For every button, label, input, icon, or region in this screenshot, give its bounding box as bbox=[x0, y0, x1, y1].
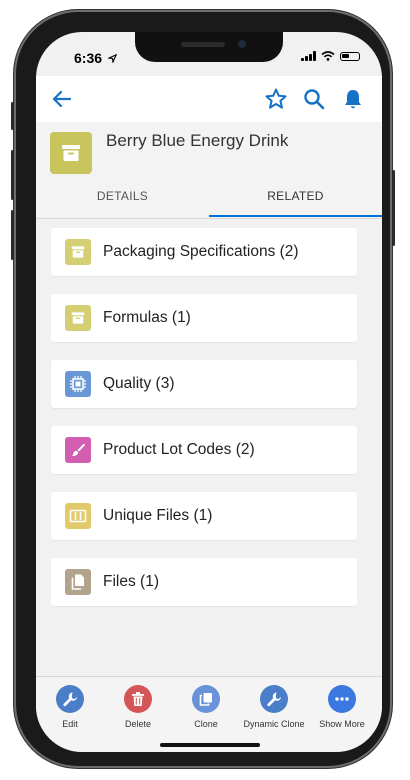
volume-down-button bbox=[11, 210, 14, 260]
navigation-bar bbox=[36, 76, 382, 123]
related-list-unique-files[interactable]: Unique Files (1) bbox=[51, 492, 357, 540]
record-icon bbox=[50, 132, 92, 174]
related-list-files[interactable]: Files (1) bbox=[51, 558, 357, 606]
action-bar: Edit Delete Clone Dynamic Clone Show Mor… bbox=[36, 676, 382, 752]
wrench-icon bbox=[56, 685, 84, 713]
related-list-label: Packaging Specifications (2) bbox=[103, 243, 299, 260]
power-button bbox=[392, 170, 395, 246]
tab-details[interactable]: DETAILS bbox=[36, 182, 209, 217]
notch bbox=[135, 32, 283, 62]
related-list-label: Product Lot Codes (2) bbox=[103, 441, 255, 458]
status-indicators bbox=[301, 51, 360, 61]
archive-box-icon bbox=[65, 239, 91, 265]
action-label: Dynamic Clone bbox=[243, 719, 305, 729]
status-time: 6:36 bbox=[74, 50, 118, 66]
action-label: Clone bbox=[194, 719, 218, 729]
record-title: Berry Blue Energy Drink bbox=[106, 131, 289, 150]
location-arrow-icon bbox=[106, 53, 118, 65]
edit-button[interactable]: Edit bbox=[36, 685, 104, 729]
action-label: Edit bbox=[62, 719, 78, 729]
screen: 6:36 Berry Blue Energy Drink DETAILS REL… bbox=[36, 32, 382, 752]
record-header: Berry Blue Energy Drink bbox=[36, 122, 382, 182]
mute-switch bbox=[11, 102, 14, 130]
wrench-icon bbox=[260, 685, 288, 713]
speaker bbox=[181, 42, 225, 47]
volume-up-button bbox=[11, 150, 14, 200]
phone-frame: 6:36 Berry Blue Energy Drink DETAILS REL… bbox=[11, 10, 395, 768]
more-icon bbox=[328, 685, 356, 713]
chip-icon bbox=[65, 371, 91, 397]
delete-button[interactable]: Delete bbox=[104, 685, 172, 729]
notification-bell-icon[interactable] bbox=[341, 87, 365, 111]
wifi-icon bbox=[321, 51, 335, 61]
battery-icon bbox=[340, 51, 360, 61]
show-more-button[interactable]: Show More bbox=[308, 685, 376, 729]
archive-box-icon bbox=[65, 305, 91, 331]
related-list-label: Formulas (1) bbox=[103, 309, 191, 326]
home-indicator[interactable] bbox=[160, 743, 260, 747]
related-list-packaging-specifications[interactable]: Packaging Specifications (2) bbox=[51, 228, 357, 276]
back-arrow-icon[interactable] bbox=[50, 87, 74, 111]
related-list-label: Unique Files (1) bbox=[103, 507, 213, 524]
copy-icon bbox=[192, 685, 220, 713]
star-icon[interactable] bbox=[264, 87, 288, 111]
cellular-signal-icon bbox=[301, 51, 316, 61]
dynamic-clone-button[interactable]: Dynamic Clone bbox=[240, 685, 308, 729]
trash-icon bbox=[124, 685, 152, 713]
document-icon bbox=[65, 569, 91, 595]
action-label: Show More bbox=[319, 719, 365, 729]
tab-related[interactable]: RELATED bbox=[209, 182, 382, 217]
folder-icon bbox=[65, 503, 91, 529]
action-label: Delete bbox=[124, 719, 151, 729]
clone-button[interactable]: Clone bbox=[172, 685, 240, 729]
record-tabs: DETAILS RELATED bbox=[36, 182, 382, 219]
related-list-label: Quality (3) bbox=[103, 375, 175, 392]
brush-icon bbox=[65, 437, 91, 463]
search-icon[interactable] bbox=[302, 87, 326, 111]
related-list-label: Files (1) bbox=[103, 573, 159, 590]
archive-box-icon bbox=[62, 145, 80, 161]
related-list-quality[interactable]: Quality (3) bbox=[51, 360, 357, 408]
related-list-formulas[interactable]: Formulas (1) bbox=[51, 294, 357, 342]
related-list-product-lot-codes[interactable]: Product Lot Codes (2) bbox=[51, 426, 357, 474]
camera bbox=[238, 40, 246, 48]
